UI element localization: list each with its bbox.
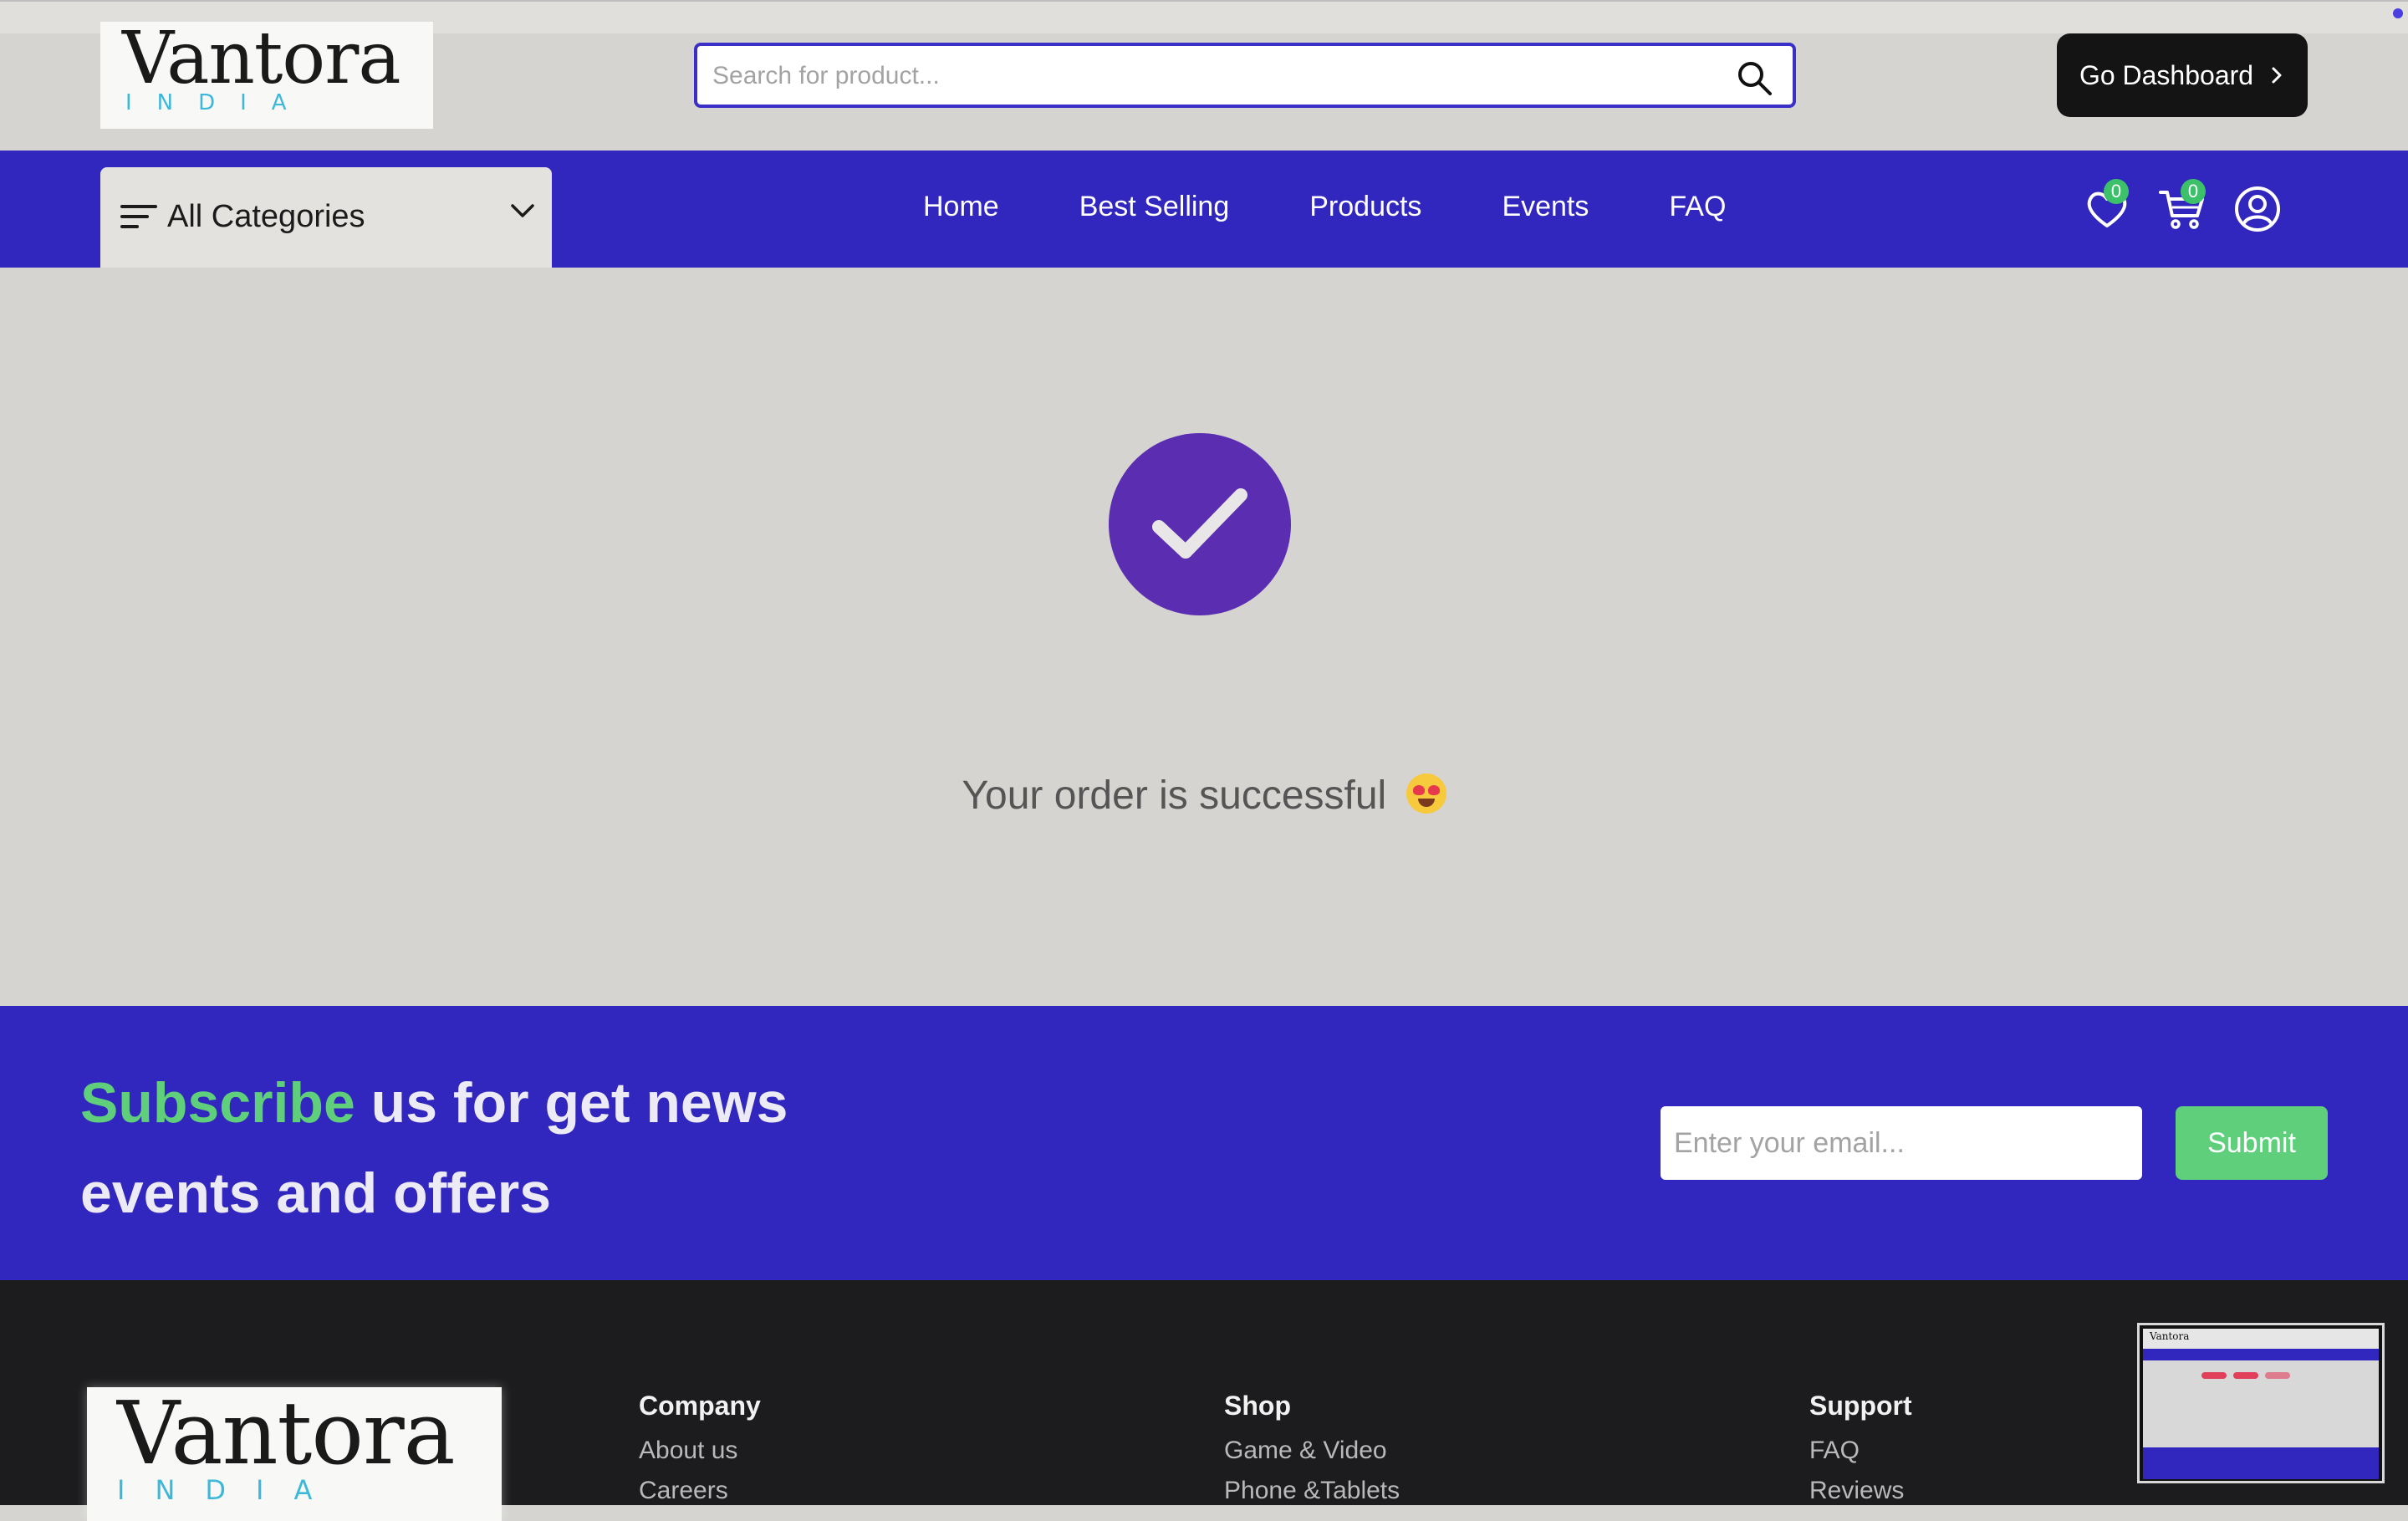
nav-link-best-selling[interactable]: Best Selling: [1079, 191, 1230, 227]
wishlist-count-badge: 0: [2104, 179, 2129, 204]
footer-column-support: Support FAQ Reviews: [1809, 1391, 1912, 1517]
footer-column-company: Company About us Careers: [639, 1391, 761, 1517]
subscribe-highlight: Subscribe: [80, 1071, 355, 1135]
thumbnail-body: [2143, 1360, 2379, 1447]
footer-heading: Company: [639, 1391, 761, 1421]
all-categories-label: All Categories: [167, 199, 365, 234]
nav-links: Home Best Selling Products Events FAQ: [923, 191, 1806, 227]
footer-link-careers[interactable]: Careers: [639, 1477, 761, 1505]
order-success-message: Your order is successful: [0, 773, 2408, 819]
footer-link-phone-tablets[interactable]: Phone &Tablets: [1224, 1477, 1400, 1505]
search-input[interactable]: [711, 46, 1717, 106]
go-dashboard-label: Go Dashboard: [2079, 59, 2254, 90]
order-success-text: Your order is successful: [962, 773, 1387, 818]
thumbnail-brand: Vantora: [2150, 1330, 2190, 1342]
chevron-down-icon: [511, 204, 534, 217]
footer-heading: Shop: [1224, 1391, 1291, 1421]
thumbnail-navbar: [2143, 1349, 2379, 1360]
thumbnail-pill: [2265, 1372, 2290, 1379]
checkmark-icon: [1152, 488, 1247, 559]
menu-lines-icon: [120, 205, 157, 228]
thumbnail-header: Vantora: [2143, 1329, 2379, 1349]
search-bar: [694, 43, 1796, 108]
search-icon[interactable]: [1734, 58, 1774, 98]
footer-link-faq[interactable]: FAQ: [1809, 1437, 1912, 1465]
subscribe-heading: Subscribe us for get news events and off…: [80, 1058, 916, 1238]
screenshot-preview-thumbnail[interactable]: Vantora: [2137, 1323, 2385, 1483]
user-profile-icon: [2235, 186, 2280, 232]
success-check-circle: [1109, 433, 1291, 615]
thumbnail-subscribe: [2143, 1447, 2379, 1479]
thumbnail-pill: [2201, 1372, 2227, 1379]
footer-link-game-video[interactable]: Game & Video: [1224, 1437, 1400, 1465]
nav-link-faq[interactable]: FAQ: [1669, 191, 1726, 227]
footer-column-shop: Shop Game & Video Phone &Tablets: [1224, 1391, 1400, 1517]
profile-button[interactable]: [2232, 184, 2283, 234]
email-field[interactable]: [1661, 1106, 2142, 1180]
thumbnail-pill: [2233, 1372, 2258, 1379]
cart-count-badge: 0: [2181, 179, 2206, 204]
all-categories-dropdown[interactable]: All Categories: [100, 167, 552, 268]
chevron-right-icon: [2272, 67, 2282, 84]
footer-logo-tagline: INDIA: [117, 1474, 343, 1506]
logo-brand-text: Vantora: [122, 17, 401, 100]
logo-tagline: INDIA: [125, 90, 312, 115]
nav-link-products[interactable]: Products: [1309, 191, 1421, 227]
heart-eyes-emoji-icon: [1406, 773, 1446, 814]
header-logo[interactable]: Vantora INDIA: [100, 17, 433, 129]
nav-link-events[interactable]: Events: [1502, 191, 1589, 227]
cart-button[interactable]: 0: [2157, 179, 2207, 234]
status-dot-icon: [2393, 8, 2403, 18]
footer-logo[interactable]: Vantora INDIA: [87, 1382, 502, 1521]
submit-button[interactable]: Submit: [2176, 1106, 2328, 1180]
subscribe-section: Subscribe us for get news events and off…: [0, 1006, 2408, 1280]
footer-link-about-us[interactable]: About us: [639, 1437, 761, 1465]
site-footer: Vantora INDIA Company About us Careers S…: [0, 1280, 2408, 1521]
footer-heading: Support: [1809, 1391, 1912, 1421]
main-navbar: All Categories Home Best Selling Product…: [0, 151, 2408, 268]
wishlist-button[interactable]: 0: [2082, 179, 2132, 234]
nav-link-home[interactable]: Home: [923, 191, 999, 227]
footer-link-reviews[interactable]: Reviews: [1809, 1477, 1912, 1505]
footer-logo-brand-text: Vantora: [117, 1382, 456, 1484]
go-dashboard-button[interactable]: Go Dashboard: [2057, 33, 2308, 117]
